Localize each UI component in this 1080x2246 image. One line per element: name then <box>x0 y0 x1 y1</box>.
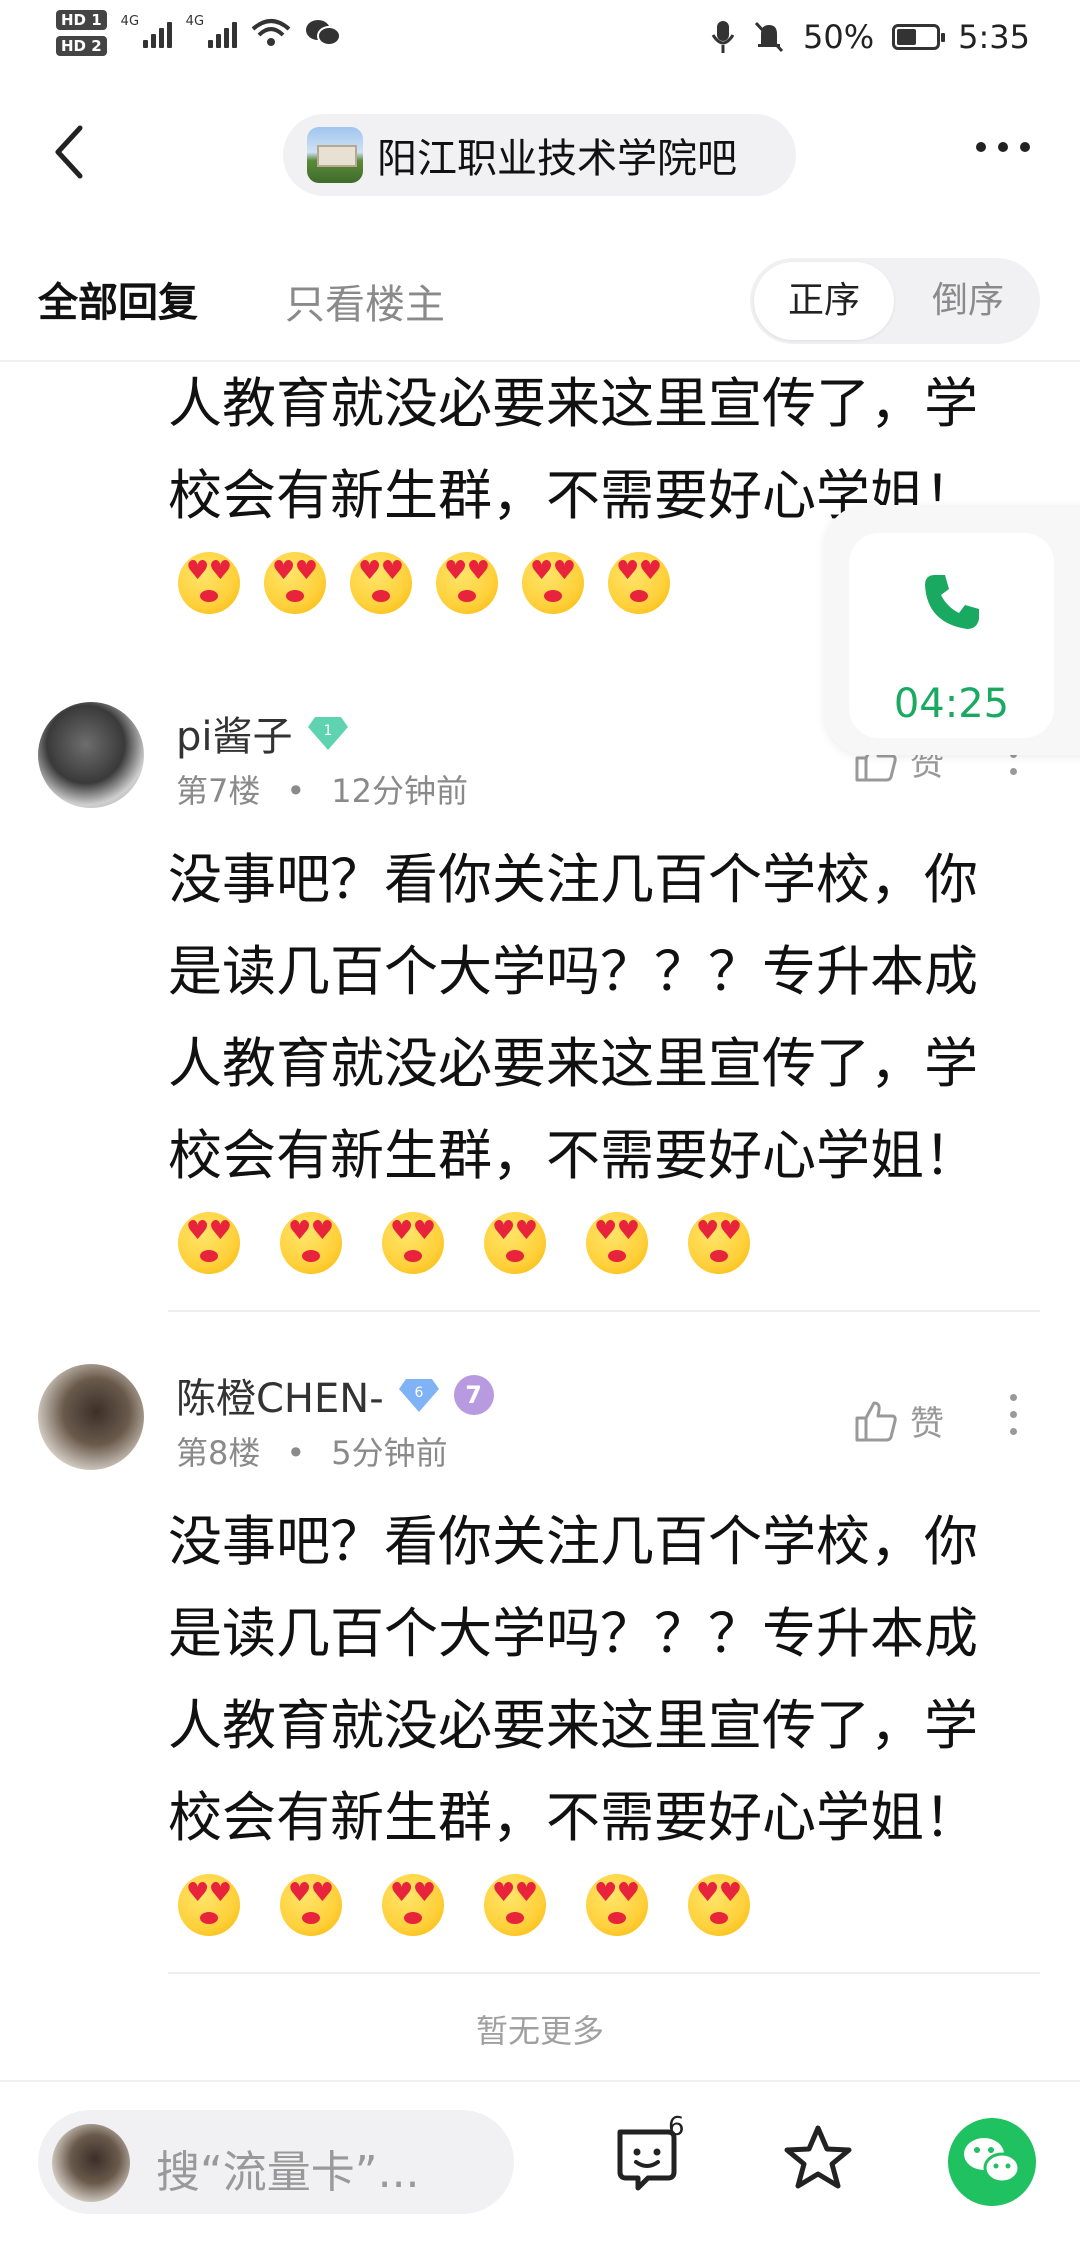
heart-eyes-emoji-icon <box>522 552 584 614</box>
username-row: 陈橙CHEN- 6 7 <box>176 1366 494 1424</box>
meta-separator: • <box>286 772 306 810</box>
post-text-line: 校会有新生群，不需要好心学姐！ <box>168 1786 978 1849</box>
post-time: 5分钟前 <box>331 1434 448 1472</box>
floor-number: 第7楼 <box>176 772 261 810</box>
post-text-line: 人教育就没必要来这里宣传了，学 <box>168 1694 978 1757</box>
sort-desc-button[interactable]: 倒序 <box>900 262 1036 340</box>
floor-number: 第8楼 <box>176 1434 261 1472</box>
post-meta: 第7楼 • 12分钟前 <box>176 766 468 812</box>
call-card[interactable]: 04:25 <box>849 533 1054 738</box>
wechat-share-button[interactable] <box>948 2118 1036 2206</box>
wechat-icon <box>964 2138 1021 2184</box>
search-input[interactable]: 搜“流量卡”... <box>38 2110 514 2214</box>
post-text-line: 人教育就没必要来这里宣传了，学 <box>168 372 978 435</box>
bottom-bar: 搜“流量卡”... 6 <box>0 2080 1080 2246</box>
sim-indicators: HD 1 HD 2 <box>56 10 107 56</box>
avatar[interactable] <box>38 1364 144 1470</box>
heart-eyes-emoji-icon <box>382 1212 444 1274</box>
heart-eyes-emoji-icon <box>178 1874 240 1936</box>
sim2-label: HD 2 <box>56 36 107 56</box>
no-more-label: 暂无更多 <box>475 2012 604 2050</box>
post-text-line: 人教育就没必要来这里宣传了，学 <box>168 1032 978 1095</box>
status-bar: HD 1 HD 2 4G 4G 50% 5:35 <box>0 0 1080 86</box>
call-timer: 04:25 <box>893 681 1010 727</box>
wifi-icon <box>251 19 290 46</box>
heart-eyes-emoji-icon <box>280 1874 342 1936</box>
emoji-count-badge: 6 <box>668 2112 685 2142</box>
avatar[interactable] <box>38 702 144 808</box>
reply-tabs: 全部回复 只看楼主 正序 倒序 <box>0 250 1080 362</box>
forum-logo <box>307 127 363 183</box>
heart-eyes-emoji-icon <box>350 552 412 614</box>
heart-eyes-emoji-icon <box>608 552 670 614</box>
top-nav: 阳江职业技术学院吧 <box>0 100 1080 210</box>
username-row: pi酱子 1 <box>176 704 349 762</box>
post-time: 12分钟前 <box>331 772 468 810</box>
heart-eyes-emoji-icon <box>688 1212 750 1274</box>
signal-1-icon: 4G <box>121 14 172 48</box>
post-text-line: 是读几百个大学吗？？？专升本成 <box>168 1602 978 1665</box>
username[interactable]: pi酱子 <box>176 704 293 762</box>
wechat-status-icon <box>305 20 341 46</box>
like-button[interactable]: 赞 <box>854 1396 944 1445</box>
tab-op-only[interactable]: 只看楼主 <box>285 272 445 330</box>
emoji-row <box>178 552 670 614</box>
post-text-line: 没事吧？看你关注几百个学校，你 <box>168 848 978 911</box>
level-diamond-icon: 6 <box>398 1377 440 1413</box>
heart-eyes-emoji-icon <box>264 552 326 614</box>
meta-separator: • <box>286 1434 306 1472</box>
signal-2-icon: 4G <box>186 14 237 48</box>
heart-eyes-emoji-icon <box>436 552 498 614</box>
star-icon[interactable] <box>782 2122 854 2194</box>
more-icon[interactable] <box>976 142 1030 152</box>
like-label: 赞 <box>910 1404 944 1444</box>
heart-eyes-emoji-icon <box>688 1874 750 1936</box>
mute-bell-icon <box>754 21 784 53</box>
heart-eyes-emoji-icon <box>280 1212 342 1274</box>
heart-eyes-emoji-icon <box>484 1874 546 1936</box>
clock: 5:35 <box>958 18 1030 56</box>
search-placeholder: 搜“流量卡”... <box>156 2147 420 2198</box>
emoji-row <box>178 1874 750 1936</box>
network-1-label: 4G <box>120 14 140 29</box>
sim1-label: HD 1 <box>56 10 107 30</box>
battery-icon <box>892 24 946 50</box>
heart-eyes-emoji-icon <box>586 1874 648 1936</box>
heart-eyes-emoji-icon <box>586 1212 648 1274</box>
divider <box>168 1972 1040 1974</box>
battery-text: 50% <box>803 18 875 56</box>
back-arrow-icon[interactable] <box>50 122 90 182</box>
forum-title-pill[interactable]: 阳江职业技术学院吧 <box>283 114 796 196</box>
username[interactable]: 陈橙CHEN- <box>176 1366 384 1424</box>
heart-eyes-emoji-icon <box>382 1874 444 1936</box>
floating-call-widget[interactable]: 04:25 <box>825 505 1080 755</box>
svg-text:6: 6 <box>414 1385 423 1401</box>
kebab-icon[interactable] <box>1010 1394 1017 1435</box>
sort-asc-button[interactable]: 正序 <box>754 262 894 340</box>
post-text-line: 校会有新生群，不需要好心学姐！ <box>168 1124 978 1187</box>
level-diamond-icon: 1 <box>307 715 349 751</box>
post-text-line: 没事吧？看你关注几百个学校，你 <box>168 1510 978 1573</box>
forum-name: 阳江职业技术学院吧 <box>377 136 737 182</box>
post-meta: 第8楼 • 5分钟前 <box>176 1428 448 1474</box>
mic-icon <box>711 21 735 53</box>
member-badge-icon: 7 <box>453 1375 494 1415</box>
sort-toggle: 正序 倒序 <box>750 258 1040 344</box>
heart-eyes-emoji-icon <box>178 1212 240 1274</box>
tab-all-replies[interactable]: 全部回复 <box>38 270 198 328</box>
heart-eyes-emoji-icon <box>178 552 240 614</box>
like-icon <box>855 1401 897 1441</box>
heart-eyes-emoji-icon <box>484 1212 546 1274</box>
phone-icon <box>925 575 979 629</box>
divider <box>168 1310 1040 1312</box>
emoji-row <box>178 1212 750 1274</box>
svg-text:1: 1 <box>323 723 332 739</box>
network-2-label: 4G <box>185 14 205 29</box>
avatar <box>52 2124 130 2202</box>
post-text-line: 是读几百个大学吗？？？专升本成 <box>168 940 978 1003</box>
